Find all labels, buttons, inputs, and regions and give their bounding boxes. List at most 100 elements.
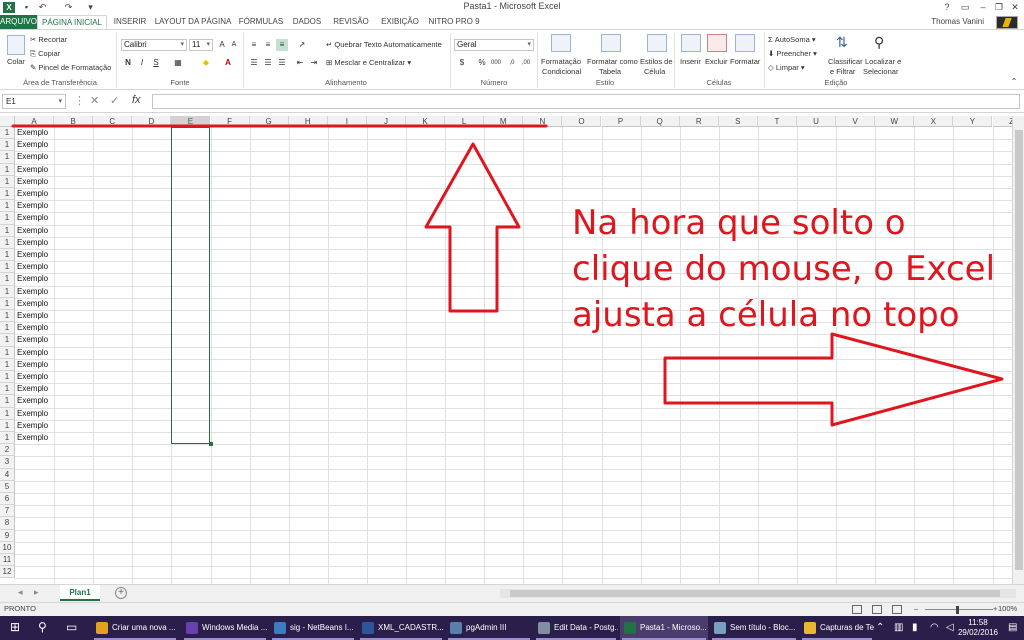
select-all-corner[interactable] — [0, 116, 15, 127]
column-header-e[interactable]: E — [171, 116, 211, 127]
column-header-s[interactable]: S — [718, 116, 758, 127]
row-header[interactable]: 2 — [0, 444, 15, 457]
delete-cells-button[interactable]: Excluir — [705, 57, 728, 66]
merge-center-button[interactable]: ⊞ Mesclar e Centralizar ▾ — [326, 58, 411, 67]
row-header[interactable]: 11 — [0, 554, 15, 567]
cell-a[interactable]: Exemplo — [17, 250, 48, 259]
column-header-b[interactable]: B — [54, 116, 94, 127]
row-header[interactable]: 1 — [0, 419, 15, 432]
row-header[interactable]: 1 — [0, 285, 15, 298]
column-header-d[interactable]: D — [132, 116, 172, 127]
cell-a[interactable]: Exemplo — [17, 396, 48, 405]
column-header-m[interactable]: M — [484, 116, 524, 127]
row-header[interactable]: 1 — [0, 407, 15, 420]
cancel-icon[interactable]: ✕ — [90, 94, 99, 107]
format-table-icon[interactable] — [601, 34, 621, 52]
row-header[interactable]: 1 — [0, 346, 15, 359]
conditional-format-button-line2[interactable]: Condicional — [542, 67, 581, 76]
cell-styles-button[interactable]: Estilos de — [640, 57, 673, 66]
bold-button[interactable]: N — [122, 57, 134, 69]
row-header[interactable]: 12 — [0, 566, 15, 579]
column-header-g[interactable]: G — [249, 116, 289, 127]
help-icon[interactable]: ? — [938, 0, 956, 14]
network-icon[interactable]: ▥ — [894, 622, 903, 633]
row-header[interactable]: 10 — [0, 541, 15, 554]
cell-styles-icon[interactable] — [647, 34, 667, 52]
row-header[interactable]: 1 — [0, 224, 15, 237]
collapse-ribbon-icon[interactable]: ⌃ — [1008, 76, 1020, 88]
column-header-l[interactable]: L — [445, 116, 485, 127]
column-header-j[interactable]: J — [366, 116, 406, 127]
underline-button[interactable]: S — [150, 57, 162, 69]
row-header[interactable]: 6 — [0, 493, 15, 506]
taskbar-item[interactable]: Sem título - Bloc... — [710, 616, 798, 640]
currency-icon[interactable]: $ — [456, 57, 468, 69]
cell-a[interactable]: Exemplo — [17, 177, 48, 186]
cell-a[interactable]: Exemplo — [17, 165, 48, 174]
cell-a[interactable]: Exemplo — [17, 409, 48, 418]
column-header-v[interactable]: V — [836, 116, 876, 127]
volume-icon[interactable]: ◁ — [946, 622, 954, 633]
tab-revisao[interactable]: REVISÃO — [329, 15, 373, 29]
avatar[interactable] — [996, 16, 1018, 29]
row-header[interactable]: 1 — [0, 139, 15, 152]
taskbar-item[interactable]: Capturas de Tela — [800, 616, 874, 640]
ribbon-display-icon[interactable]: ▭ — [956, 0, 974, 14]
column-header-p[interactable]: P — [601, 116, 641, 127]
align-center-icon[interactable]: ☰ — [262, 57, 274, 69]
column-header-x[interactable]: X — [914, 116, 954, 127]
cell-a[interactable]: Exemplo — [17, 433, 48, 442]
row-header[interactable]: 1 — [0, 297, 15, 310]
cell-a[interactable]: Exemplo — [17, 311, 48, 320]
comma-style-icon[interactable]: 000 — [490, 57, 502, 69]
tab-arquivo[interactable]: ARQUIVO — [0, 15, 37, 29]
column-header-n[interactable]: N — [523, 116, 563, 127]
align-left-icon[interactable]: ☰ — [248, 57, 260, 69]
column-header-y[interactable]: Y — [953, 116, 993, 127]
cell-a[interactable]: Exemplo — [17, 323, 48, 332]
row-header[interactable]: 1 — [0, 261, 15, 274]
binoculars-icon[interactable]: ⚲ — [874, 34, 884, 51]
format-painter-button[interactable]: ✎ Pincel de Formatação — [30, 63, 111, 72]
windows-start-icon[interactable]: ⊞ — [10, 620, 20, 634]
row-header[interactable]: 4 — [0, 468, 15, 481]
row-header[interactable]: 1 — [0, 395, 15, 408]
row-header[interactable]: 1 — [0, 371, 15, 384]
spreadsheet-grid[interactable]: A B C D E F G H I J K L M N O P Q R S T U V W X Y Z 1 Exemplo 1 Exemp… — [0, 116, 1012, 584]
normal-view-icon[interactable] — [852, 605, 862, 614]
row-header[interactable]: 5 — [0, 480, 15, 493]
autosum-button[interactable]: Σ AutoSoma ▾ — [768, 35, 816, 44]
align-top-icon[interactable]: ≡ — [248, 39, 260, 51]
row-header[interactable]: 1 — [0, 310, 15, 323]
tray-chevron-icon[interactable]: ⌃ — [876, 622, 884, 633]
borders-icon[interactable]: ▦ — [172, 57, 184, 69]
row-header[interactable]: 1 — [0, 249, 15, 262]
cell-a[interactable]: Exemplo — [17, 348, 48, 357]
increase-font-icon[interactable]: A — [216, 39, 228, 51]
taskbar-item[interactable]: sig - NetBeans I... — [270, 616, 356, 640]
taskbar-item[interactable]: Windows Media ... — [182, 616, 268, 640]
cell-a[interactable]: Exemplo — [17, 213, 48, 222]
cell-a[interactable]: Exemplo — [17, 299, 48, 308]
row-header[interactable]: 1 — [0, 358, 15, 371]
column-header-h[interactable]: H — [288, 116, 328, 127]
paste-icon[interactable] — [7, 35, 25, 55]
vertical-scroll-thumb[interactable] — [1015, 130, 1023, 570]
redo-icon[interactable]: ↷ — [62, 1, 75, 14]
cell-a[interactable]: Exemplo — [17, 189, 48, 198]
column-header-u[interactable]: U — [797, 116, 837, 127]
tab-formulas[interactable]: FÓRMULAS — [236, 15, 286, 29]
format-cells-icon[interactable] — [735, 34, 755, 52]
page-break-view-icon[interactable] — [892, 605, 902, 614]
align-middle-icon[interactable]: ≡ — [262, 39, 274, 51]
row-header[interactable]: 1 — [0, 432, 15, 445]
horizontal-scrollbar[interactable] — [500, 589, 1016, 598]
row-header[interactable]: 1 — [0, 212, 15, 225]
power-icon[interactable]: ▮ — [912, 622, 918, 633]
row-header[interactable]: 1 — [0, 322, 15, 335]
tab-exibicao[interactable]: EXIBIÇÃO — [376, 15, 424, 29]
column-header-z[interactable]: Z — [992, 116, 1012, 127]
cut-button[interactable]: ✂ Recortar — [30, 35, 67, 44]
insert-cells-icon[interactable] — [681, 34, 701, 52]
increase-decimal-icon[interactable]: ,0 — [506, 57, 518, 69]
